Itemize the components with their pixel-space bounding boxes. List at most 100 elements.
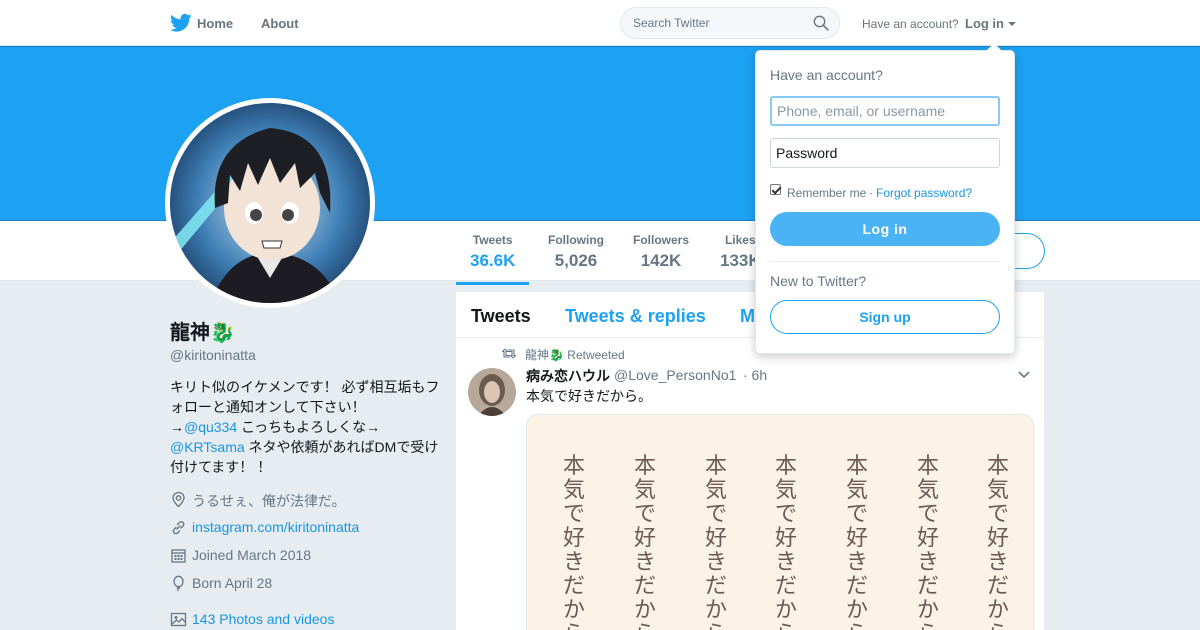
- search-icon[interactable]: [813, 15, 829, 31]
- image-text-char: で: [845, 502, 868, 527]
- image-text-char: か: [845, 598, 868, 623]
- image-text-char: 本: [774, 454, 797, 479]
- image-text-char: 好: [845, 526, 868, 551]
- chevron-down-icon[interactable]: [1008, 22, 1016, 26]
- image-text-char: だ: [562, 574, 585, 599]
- tweet-avatar-image: [468, 368, 516, 416]
- image-text-char: で: [986, 502, 1009, 527]
- image-text-char: か: [633, 598, 656, 623]
- image-text-char: 好: [562, 526, 585, 551]
- tab-tweets-replies[interactable]: Tweets & replies: [565, 306, 706, 327]
- stat-tweets[interactable]: Tweets 36.6K: [455, 233, 530, 285]
- tweet-author-avatar[interactable]: [468, 368, 516, 416]
- tweet-image[interactable]: 本気で好きだから 本気で好きだから 本気で好きだから 本気で好きだから 本気で好…: [526, 414, 1034, 630]
- birthday-text: Born April 28: [192, 575, 273, 591]
- stat-label: Following: [548, 233, 604, 247]
- image-text-char: だ: [774, 574, 797, 599]
- image-text-char: で: [774, 502, 797, 527]
- image-text-char: 気: [562, 478, 585, 503]
- twitter-bird-icon[interactable]: [170, 13, 192, 33]
- image-text-column: 本気で好きだから: [986, 455, 1010, 630]
- profile-handle[interactable]: @kiritoninatta: [170, 347, 256, 363]
- image-text-char: だ: [986, 574, 1009, 599]
- remember-me-label[interactable]: Remember me: [787, 186, 866, 200]
- tab-tweets[interactable]: Tweets: [471, 306, 531, 327]
- password-input[interactable]: [770, 138, 1000, 168]
- photos-videos-link[interactable]: 143 Photos and videos: [192, 611, 334, 627]
- profile-name: 龍神🐉: [170, 322, 235, 344]
- avatar-image: [170, 103, 370, 303]
- forgot-password-link[interactable]: Forgot password?: [876, 186, 972, 200]
- tab-media[interactable]: M: [740, 306, 755, 327]
- image-text-char: だ: [845, 574, 868, 599]
- stat-following[interactable]: Following 5,026: [548, 233, 604, 271]
- bio-arrow: →: [170, 419, 184, 435]
- retweeted-by[interactable]: 龍神🐉 Retweeted: [525, 346, 625, 363]
- remember-me-checkbox[interactable]: [770, 184, 781, 195]
- image-text-char: 気: [986, 478, 1009, 503]
- bio-mention-link[interactable]: @qu334: [184, 419, 237, 435]
- stat-value: 142K: [640, 251, 682, 270]
- image-text-char: 好: [916, 526, 939, 551]
- image-text-char: ら: [845, 623, 869, 630]
- chevron-down-icon[interactable]: [1018, 371, 1030, 379]
- username-input[interactable]: [770, 96, 1000, 126]
- image-text-char: か: [774, 598, 797, 623]
- dropdown-title: Have an account?: [770, 67, 883, 83]
- image-text-char: 気: [704, 478, 727, 503]
- image-text-char: き: [774, 550, 797, 575]
- image-text-char: 本: [562, 454, 585, 479]
- image-text-char: ら: [562, 623, 586, 630]
- link-icon: [172, 521, 185, 535]
- image-text-char: 好: [774, 526, 797, 551]
- new-to-twitter-text: New to Twitter?: [770, 273, 867, 289]
- image-text-char: ら: [774, 623, 798, 630]
- image-text-char: 本: [633, 454, 656, 479]
- image-text-char: 気: [633, 478, 656, 503]
- profile-avatar[interactable]: [165, 98, 375, 308]
- image-text-char: 好: [633, 526, 656, 551]
- bio-text: キリト似のイケメンです！ 必ず相互垢もフォローと通知オンして下さい！: [170, 379, 440, 415]
- image-text-char: だ: [633, 574, 656, 599]
- location-text: うるせぇ、俺が法律だ。: [192, 493, 346, 509]
- tweet-author-name[interactable]: 病み恋ハウル: [526, 366, 610, 386]
- location-pin-icon: [172, 491, 185, 508]
- image-text-char: 好: [986, 526, 1009, 551]
- tweet-author-handle[interactable]: @Love_PersonNo1: [614, 367, 736, 383]
- retweet-icon: [502, 348, 516, 359]
- image-icon: [170, 612, 187, 627]
- image-text-char: 本: [845, 454, 868, 479]
- signup-button[interactable]: Sign up: [770, 300, 1000, 334]
- image-text-char: き: [633, 550, 656, 575]
- image-text-char: ら: [633, 623, 657, 630]
- login-dropdown-toggle[interactable]: Log in: [965, 16, 1004, 31]
- image-text-char: ら: [986, 623, 1010, 630]
- website-link[interactable]: instagram.com/kiritoninatta: [192, 519, 359, 535]
- image-text-char: 本: [916, 454, 939, 479]
- image-text-char: き: [845, 550, 868, 575]
- image-text-char: 本: [986, 454, 1009, 479]
- tweet-text: 本気で好きだから。: [526, 388, 652, 404]
- search-box: [620, 7, 840, 39]
- joined-text: Joined March 2018: [192, 547, 312, 563]
- image-text-char: か: [986, 598, 1009, 623]
- search-input[interactable]: [633, 8, 813, 38]
- nav-about-link[interactable]: About: [261, 16, 299, 31]
- image-text-char: ら: [704, 623, 728, 630]
- balloon-icon: [173, 575, 184, 592]
- image-text-column: 本気で好きだから: [916, 455, 940, 630]
- tweet-timestamp[interactable]: · 6h: [743, 367, 767, 383]
- image-text-char: 本: [704, 454, 727, 479]
- stat-label: Followers: [633, 233, 690, 247]
- image-text-char: で: [916, 502, 939, 527]
- image-text-char: ら: [916, 623, 940, 630]
- nav-home-link[interactable]: Home: [197, 16, 233, 31]
- image-text-char: 気: [774, 478, 797, 503]
- stat-followers[interactable]: Followers 142K: [633, 233, 689, 271]
- bio-mention-link[interactable]: @KRTsama: [170, 439, 245, 455]
- login-button[interactable]: Log in: [770, 212, 1000, 246]
- image-text-char: き: [916, 550, 939, 575]
- stat-value: 5,026: [554, 251, 598, 270]
- image-text-char: か: [704, 598, 727, 623]
- image-text-char: で: [562, 502, 585, 527]
